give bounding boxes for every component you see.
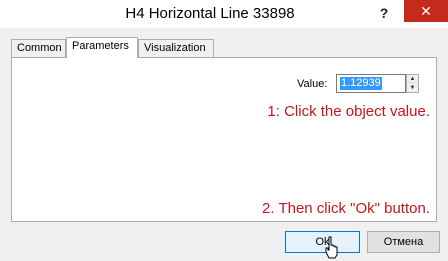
cancel-button[interactable]: Отмена <box>367 231 440 253</box>
spin-up-icon[interactable]: ▲ <box>407 75 418 83</box>
parameters-panel: Value: 1.12939 ▲ ▼ 1: Click the object v… <box>11 57 437 222</box>
value-input[interactable]: 1.12939 <box>336 74 406 93</box>
ok-button[interactable]: Ok <box>285 231 360 253</box>
value-label: Value: <box>297 78 328 90</box>
window-title: H4 Horizontal Line 33898 <box>125 5 295 22</box>
properties-dialog: H4 Horizontal Line 33898 ? ✕ Common Para… <box>0 0 448 261</box>
tab-visualization[interactable]: Visualization <box>138 39 214 57</box>
annotation-step-1: 1: Click the object value. <box>267 103 430 120</box>
annotation-step-2: 2. Then click "Ok" button. <box>262 200 430 217</box>
title-bar[interactable]: H4 Horizontal Line 33898 ? ✕ <box>0 0 448 28</box>
tab-common[interactable]: Common <box>11 39 66 57</box>
help-button[interactable]: ? <box>369 2 399 24</box>
mouse-pointer-icon <box>325 236 338 259</box>
value-text-selected[interactable]: 1.12939 <box>340 77 382 90</box>
value-spinner[interactable]: ▲ ▼ <box>406 74 419 93</box>
close-button[interactable]: ✕ <box>404 0 448 22</box>
tab-parameters[interactable]: Parameters <box>66 37 138 58</box>
spin-down-icon[interactable]: ▼ <box>407 84 418 92</box>
